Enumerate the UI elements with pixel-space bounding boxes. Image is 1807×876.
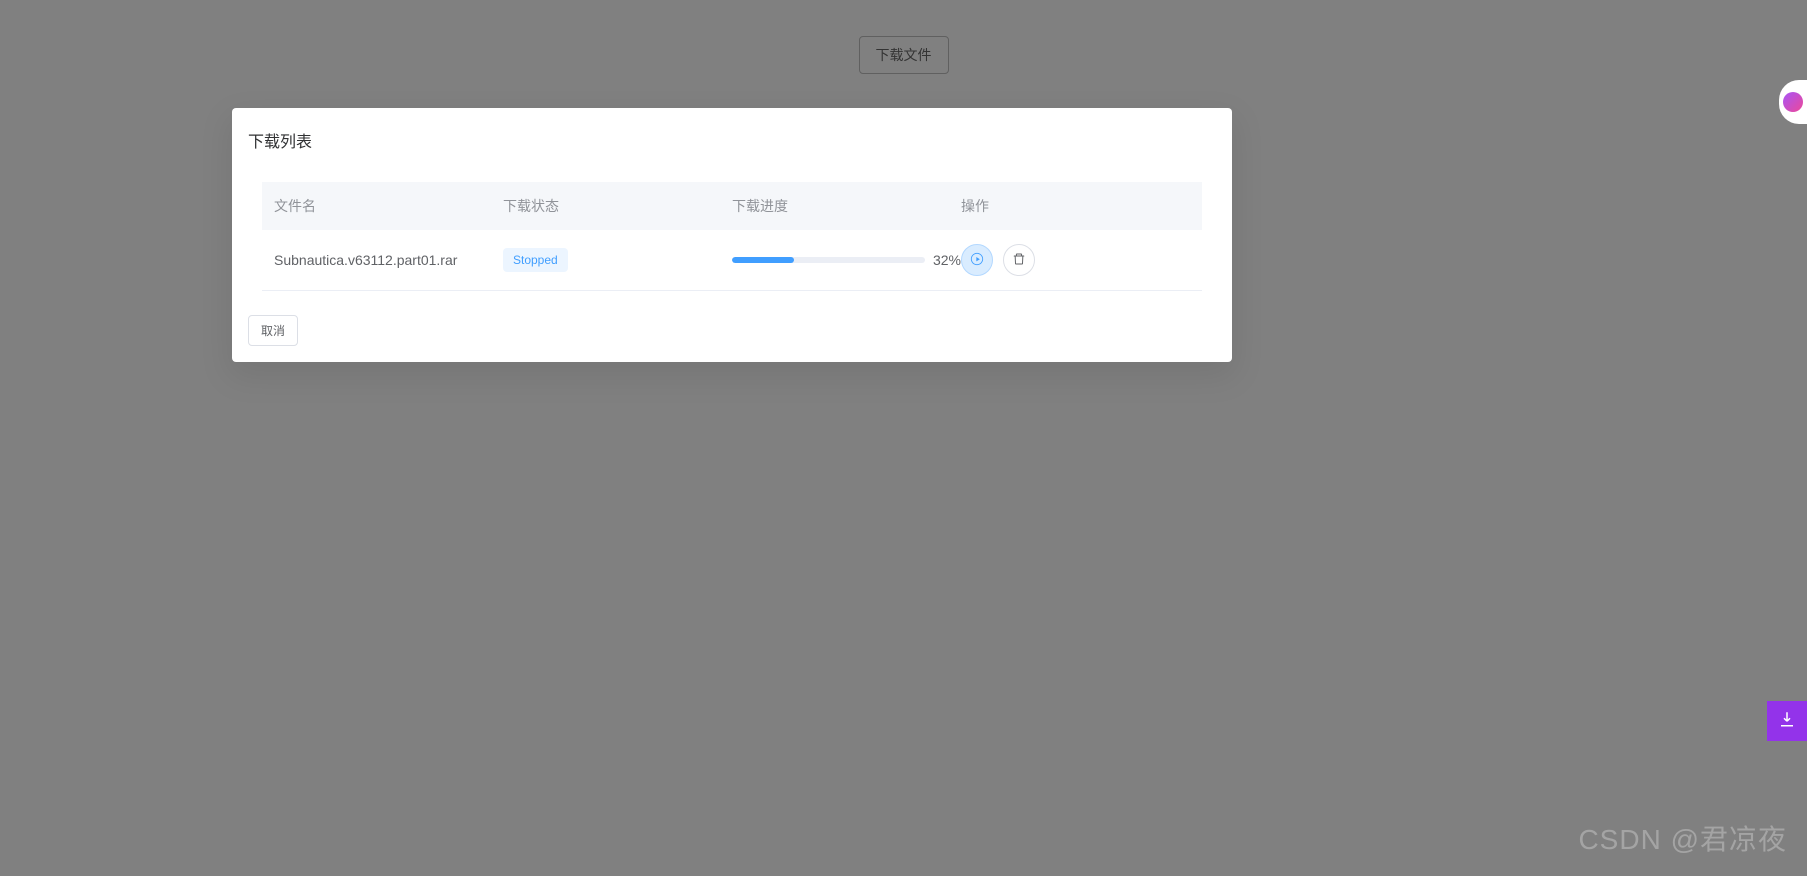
delete-button[interactable]	[1003, 244, 1035, 276]
col-header-status: 下载状态	[503, 196, 732, 216]
dialog-title: 下载列表	[248, 128, 1216, 152]
ai-icon	[1783, 92, 1803, 112]
cell-filename: Subnautica.v63112.part01.rar	[274, 252, 503, 268]
side-tab[interactable]	[1779, 80, 1807, 124]
col-header-filename: 文件名	[274, 196, 503, 216]
download-list-dialog: 下载列表 文件名 下载状态 下载进度 操作 Subnautica.v63112.…	[232, 108, 1232, 362]
download-icon	[1778, 710, 1796, 733]
play-icon	[970, 252, 984, 269]
cell-status: Stopped	[503, 248, 732, 272]
watermark: CSDN @君凉夜	[1578, 818, 1787, 858]
table-header: 文件名 下载状态 下载进度 操作	[262, 182, 1202, 230]
progress-bar	[732, 257, 925, 263]
trash-icon	[1012, 252, 1026, 269]
col-header-progress: 下载进度	[732, 196, 961, 216]
status-badge: Stopped	[503, 248, 568, 272]
cancel-button[interactable]: 取消	[248, 315, 298, 346]
dialog-footer: 取消	[248, 315, 1216, 346]
download-file-button[interactable]: 下载文件	[859, 36, 949, 74]
download-table: 文件名 下载状态 下载进度 操作 Subnautica.v63112.part0…	[262, 182, 1202, 291]
table-row: Subnautica.v63112.part01.rar Stopped 32%	[262, 230, 1202, 291]
cell-progress: 32%	[732, 252, 961, 268]
col-header-actions: 操作	[961, 196, 1190, 216]
progress-text: 32%	[933, 252, 961, 268]
download-fab[interactable]	[1767, 701, 1807, 741]
play-button[interactable]	[961, 244, 993, 276]
cell-actions	[961, 244, 1190, 276]
progress-fill	[732, 257, 794, 263]
